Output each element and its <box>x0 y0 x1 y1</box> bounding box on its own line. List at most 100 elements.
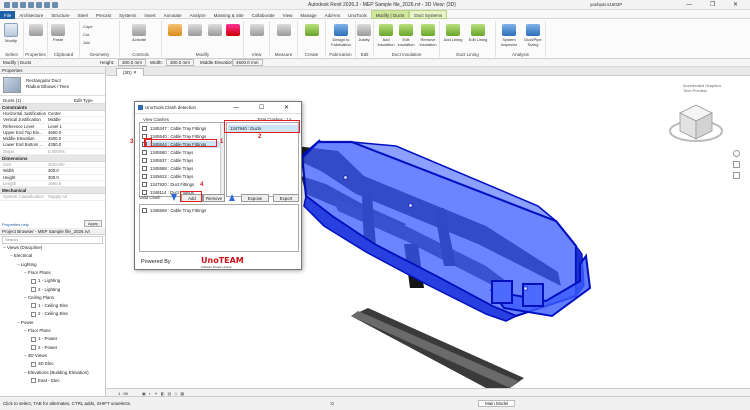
property-category[interactable]: Dimensions <box>0 155 105 163</box>
delete-tool[interactable] <box>226 24 240 37</box>
clash-list-item[interactable]: 1345622 : Cable Trays <box>142 173 220 180</box>
quick-access-toolbar[interactable] <box>4 2 84 8</box>
clash-checkbox[interactable] <box>142 158 147 164</box>
activate-button[interactable]: Activate <box>132 24 146 42</box>
view-tool[interactable] <box>250 24 264 37</box>
add-insulation-button[interactable]: Add Insulation <box>376 24 396 47</box>
grip-handle[interactable] <box>523 286 528 291</box>
edit-insulation-button[interactable]: Edit Insulation <box>396 24 416 47</box>
system-inspector-button[interactable]: System Inspector <box>498 24 520 47</box>
join-button[interactable]: Join <box>83 40 90 45</box>
modify-button[interactable]: Modify <box>4 23 18 43</box>
align-tool[interactable] <box>168 24 182 37</box>
type-selector[interactable]: Rectangular Duct Radius Elbows / Tees <box>0 74 105 96</box>
clash-list-item[interactable]: 1345588 : Cable Trays <box>142 165 220 172</box>
close-icon[interactable]: ✕ <box>133 70 137 75</box>
design-to-fabrication-button[interactable]: Design to Fabrication <box>330 24 352 47</box>
tree-node[interactable]: − Floor Plans <box>24 328 51 333</box>
remove-button[interactable]: Remove <box>203 194 225 202</box>
view-checkbox[interactable] <box>31 311 36 317</box>
tree-node[interactable]: − 3D Views <box>24 353 47 358</box>
dialog-window-controls[interactable]: — ☐ ✕ <box>233 104 298 111</box>
steering-wheel-icon[interactable] <box>733 150 740 157</box>
clash-list-item[interactable]: 1347920 : Duct Fittings <box>142 181 220 188</box>
view-checkbox[interactable] <box>31 344 36 350</box>
tree-node[interactable]: 2 - Power <box>31 345 57 350</box>
properties-help-link[interactable]: Properties help <box>2 222 29 227</box>
browser-search-input[interactable]: Search <box>2 236 103 244</box>
tree-node[interactable]: − Ceiling Plans <box>24 295 54 300</box>
property-row[interactable]: Slope 0.0000% <box>0 149 105 156</box>
paste-button[interactable]: Paste <box>51 24 65 42</box>
tree-node[interactable]: − Views (Discipline) <box>3 245 42 250</box>
move-tool[interactable] <box>188 24 202 37</box>
tree-node[interactable]: − Power <box>17 320 34 325</box>
tree-node[interactable]: − Elevations (Building Elevation) <box>24 370 89 375</box>
view-checkbox[interactable] <box>31 286 36 292</box>
measure-tool[interactable] <box>277 24 291 37</box>
clash-list-item[interactable]: 1345559 : Cable Tray Fittings <box>142 207 292 214</box>
tree-node[interactable]: 2 - Ceiling Elec <box>31 311 68 317</box>
clash-checkbox[interactable] <box>142 174 147 180</box>
height-field[interactable]: 300.0 mm <box>118 59 147 66</box>
instance-filter[interactable]: Ducts (1) Edit Type <box>0 96 105 104</box>
view-cube[interactable] <box>668 95 724 151</box>
tree-node[interactable]: − Floor Plans <box>24 270 51 275</box>
tree-node[interactable]: East - Elec <box>31 378 60 384</box>
active-model-select[interactable]: Main Model <box>478 400 516 407</box>
clash-checkbox[interactable] <box>142 166 147 172</box>
user-name[interactable]: yashpat.s1602P <box>590 2 622 7</box>
grip-handle[interactable] <box>408 203 413 208</box>
property-row[interactable]: System Classification Supply Air <box>0 194 105 201</box>
apply-button[interactable]: Apply <box>83 220 102 227</box>
duct-pipe-sizing-button[interactable]: Duct/Pipe Sizing <box>522 24 544 47</box>
clash-list[interactable]: 1345347 : Cable Tray Fittings 1345540 : C… <box>139 122 225 197</box>
zoom-icon[interactable] <box>733 161 740 168</box>
width-field[interactable]: 300.0 mm <box>166 59 195 66</box>
create-tool[interactable] <box>305 24 319 37</box>
add-lining-button[interactable]: Add Lining <box>443 24 463 42</box>
clash-checkbox[interactable] <box>142 208 147 214</box>
view-checkbox[interactable] <box>31 378 36 384</box>
clash-list-item[interactable]: 1345347 : Cable Tray Fittings <box>142 125 220 132</box>
cut-button[interactable]: Cut <box>83 32 89 37</box>
view-scale[interactable]: 1 : 50 <box>118 391 128 396</box>
tree-node[interactable]: 2 - Lighting <box>31 287 60 292</box>
view-tab-3d[interactable]: {3D} ✕ <box>116 68 144 76</box>
middle-elevation-field[interactable]: 4500.0 mm <box>232 59 263 66</box>
view-checkbox[interactable] <box>31 336 36 342</box>
export-button[interactable]: Export <box>273 194 299 202</box>
clash-list-item[interactable]: 1345537 : Cable Trays <box>142 157 220 164</box>
edit-lining-button[interactable]: Edit Lining <box>468 24 488 42</box>
view-checkbox[interactable] <box>31 361 36 367</box>
scrollbar[interactable] <box>220 123 224 196</box>
justify-button[interactable]: Justify <box>357 24 371 42</box>
total-clash-list[interactable]: 1347940 : Ducts <box>226 122 299 197</box>
valid-clash-list[interactable]: 1345559 : Cable Tray Fittings <box>139 204 299 252</box>
clash-checkbox[interactable] <box>142 126 147 132</box>
grip-handle[interactable] <box>343 175 348 180</box>
orbit-icon[interactable] <box>733 172 740 179</box>
clash-list-item[interactable]: 1345580 : Cable Trays <box>142 149 220 156</box>
property-value[interactable]: Supply Air <box>48 194 88 200</box>
clash-checkbox[interactable] <box>142 182 147 188</box>
property-value[interactable]: 0.0000% <box>48 149 88 155</box>
rotate-tool[interactable] <box>208 24 222 37</box>
tree-node[interactable]: 1 - Power <box>31 336 57 342</box>
cope-button[interactable]: Cope <box>83 24 93 29</box>
tree-node[interactable]: 3D Elec <box>31 361 54 367</box>
ribbon-tab[interactable]: Duct Systems <box>409 10 448 19</box>
property-category[interactable]: Mechanical <box>0 187 105 195</box>
window-controls[interactable]: — ❐ ✕ <box>686 1 746 8</box>
expose-button[interactable]: Expose <box>241 194 269 202</box>
view-checkbox[interactable] <box>31 278 36 284</box>
property-category[interactable]: Constraints <box>0 104 105 111</box>
properties-button[interactable] <box>29 24 43 37</box>
tree-node[interactable]: 1 - Lighting <box>31 278 60 284</box>
clash-checkbox[interactable] <box>142 150 147 156</box>
ribbon-tab[interactable]: Modify | Ducts <box>370 10 410 19</box>
property-value[interactable]: 1660.6 <box>48 181 88 187</box>
view-control-icons[interactable]: ▣◐☀◧▤◇▦ <box>142 391 187 396</box>
tree-node[interactable]: − Electrical <box>10 253 32 258</box>
view-checkbox[interactable] <box>31 303 36 309</box>
